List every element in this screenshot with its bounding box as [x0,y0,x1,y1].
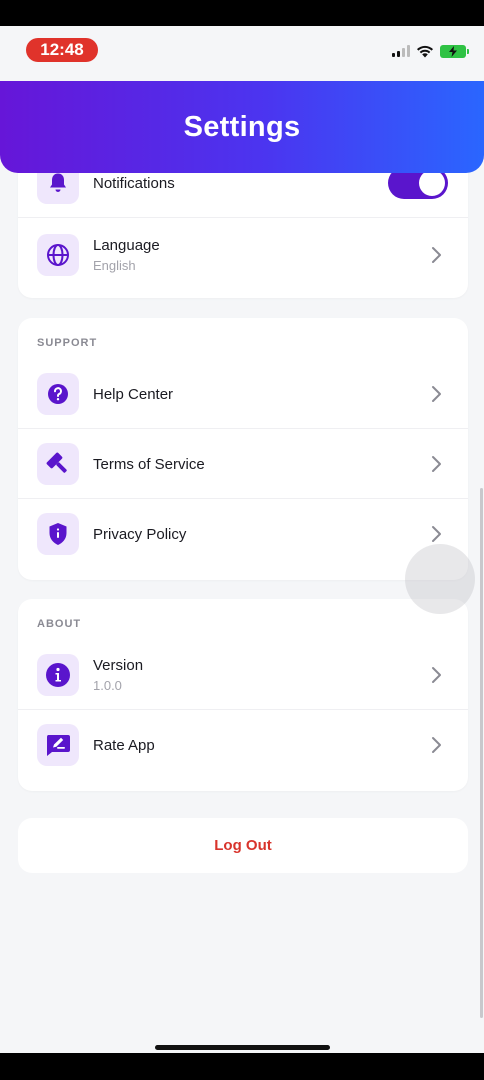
chevron-right-icon [432,247,441,263]
support-card: SUPPORT Help Center Terms of Service Pri… [18,318,468,580]
chevron-right-icon [432,526,441,542]
settings-row-version[interactable]: Version 1.0.0 [18,640,468,710]
about-card: ABOUT Version 1.0.0 Rate App [18,599,468,791]
settings-row-value: 1.0.0 [93,678,122,693]
status-time: 12:48 [26,38,98,62]
status-icons [392,43,469,59]
chevron-right-icon [432,386,441,402]
gavel-icon [37,443,79,485]
settings-row-label: Privacy Policy [93,525,187,543]
settings-row-privacy-policy[interactable]: Privacy Policy [18,499,468,569]
settings-row-language[interactable]: Language English [18,220,468,290]
logout-label: Log Out [214,837,272,854]
settings-row-help-center[interactable]: Help Center [18,359,468,429]
app-screen: 12:48 Settings Notifications Language En… [0,26,484,1053]
settings-row-label: Rate App [93,736,155,754]
home-indicator[interactable] [155,1045,330,1050]
settings-row-label: Language [93,237,160,254]
chevron-right-icon [432,456,441,472]
status-bar: 12:48 [0,26,484,76]
logout-button[interactable]: Log Out [18,818,468,873]
chevron-right-icon [432,667,441,683]
settings-row-label: Version [93,657,144,674]
help-icon [37,373,79,415]
wifi-icon [417,45,433,58]
divider [18,217,468,218]
settings-row-label: Help Center [93,385,174,403]
toggle-knob [419,170,445,196]
settings-row-terms-of-service[interactable]: Terms of Service [18,429,468,499]
globe-icon [37,234,79,276]
rate-icon [37,724,79,766]
cellular-signal-icon [392,45,410,57]
shield-icon [37,513,79,555]
settings-row-label: Terms of Service [93,455,205,473]
battery-icon [440,44,469,58]
page-title: Settings [183,110,301,143]
chevron-right-icon [432,737,441,753]
settings-row-label: Notifications [93,174,175,192]
touch-indicator [405,544,475,614]
header-bar: Settings [0,81,484,173]
settings-row-value: English [93,258,136,273]
section-label-support: SUPPORT [37,337,98,349]
scrollbar[interactable] [480,488,483,1018]
info-icon [37,654,79,696]
section-label-about: ABOUT [37,618,82,630]
settings-row-rate-app[interactable]: Rate App [18,710,468,780]
